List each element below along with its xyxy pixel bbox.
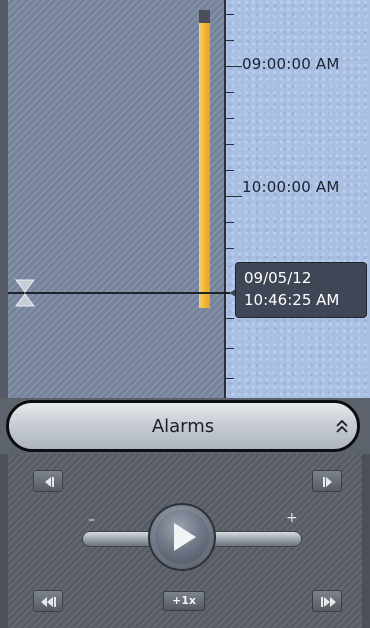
timeline-cursor-line[interactable]: [8, 292, 230, 294]
time-axis-line: [224, 0, 226, 398]
faster-sign: +: [286, 510, 298, 526]
cursor-time: 10:46:25 AM: [244, 291, 340, 309]
time-label: 10:00:00 AM: [242, 178, 340, 196]
step-back-button[interactable]: [33, 470, 63, 492]
panel-edge-right: [362, 454, 370, 628]
fast-forward-button[interactable]: [312, 590, 342, 612]
step-forward-icon: [323, 477, 332, 487]
axis-tick: [226, 144, 234, 145]
panel-edge-left: [0, 454, 8, 628]
timeline-track-area[interactable]: [8, 0, 224, 398]
speed-button[interactable]: +1x: [163, 591, 205, 611]
axis-tick: [226, 248, 234, 249]
axis-tick-major: [226, 196, 242, 197]
fast-back-icon: [41, 597, 56, 607]
step-forward-button[interactable]: [312, 470, 342, 492]
archive-recording-bar[interactable]: [199, 23, 210, 308]
step-back-icon: [45, 477, 54, 487]
archive-player: 09:00:00 AM 10:00:00 AM 09/05/12 10:46:2…: [0, 0, 370, 628]
axis-tick: [226, 14, 234, 15]
axis-tick: [226, 170, 234, 171]
time-label: 09:00:00 AM: [242, 55, 340, 73]
play-icon: [174, 523, 196, 551]
axis-tick: [226, 318, 234, 319]
slower-sign: –: [88, 512, 95, 528]
axis-tick: [226, 92, 234, 93]
axis-tick: [226, 378, 234, 379]
fast-back-button[interactable]: [33, 590, 63, 612]
axis-tick: [226, 222, 234, 223]
double-chevron-up-icon[interactable]: [335, 417, 349, 437]
axis-tick: [226, 40, 234, 41]
axis-tick-major: [226, 66, 242, 67]
fast-forward-icon: [321, 597, 336, 607]
play-button[interactable]: [148, 503, 216, 571]
archive-bar-cap: [199, 10, 210, 23]
hourglass-icon[interactable]: [14, 278, 36, 308]
alarms-button[interactable]: Alarms: [6, 400, 360, 452]
axis-tick: [226, 348, 234, 349]
cursor-date: 09/05/12: [244, 269, 312, 287]
alarms-label: Alarms: [151, 416, 215, 437]
axis-tick: [226, 118, 234, 119]
cursor-time-tooltip: 09/05/12 10:46:25 AM: [235, 262, 367, 318]
